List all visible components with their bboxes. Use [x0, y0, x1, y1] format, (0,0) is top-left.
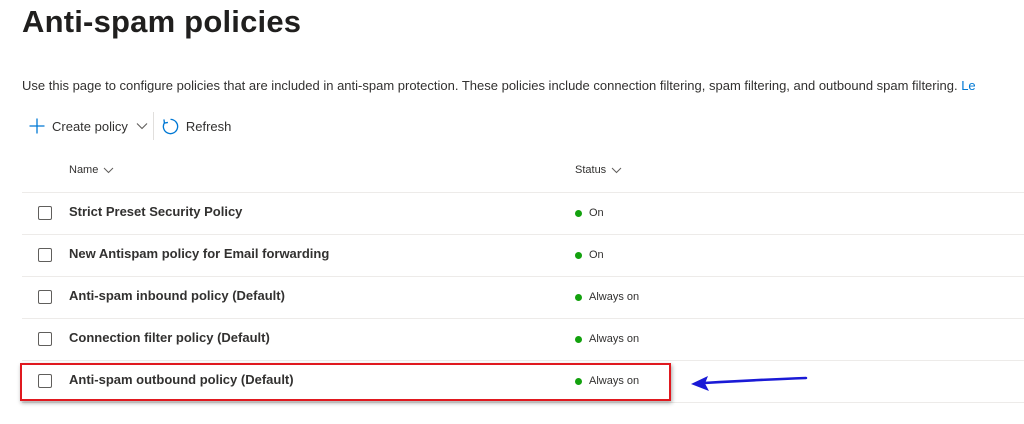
status-text: On — [589, 207, 604, 219]
policy-name[interactable]: New Antispam policy for Email forwarding — [69, 246, 329, 261]
column-header-status[interactable]: Status — [575, 164, 622, 176]
row-checkbox[interactable] — [38, 290, 52, 304]
status-text: Always on — [589, 291, 640, 303]
policy-name[interactable]: Strict Preset Security Policy — [69, 204, 242, 219]
status-text: On — [589, 249, 604, 261]
status-text: Always on — [589, 375, 640, 387]
status-dot-icon — [575, 335, 582, 343]
column-header-name[interactable]: Name — [69, 164, 114, 176]
policy-name[interactable]: Anti-spam inbound policy (Default) — [69, 288, 285, 303]
chevron-down-icon[interactable] — [136, 122, 148, 130]
page-description: Use this page to configure policies that… — [22, 78, 976, 93]
status-dot-icon — [575, 293, 582, 301]
status-dot-icon — [575, 377, 582, 385]
command-bar: Create policy Refresh — [28, 112, 232, 140]
description-text: Use this page to configure policies that… — [22, 78, 958, 93]
policies-table: Name Status Strict Preset Security Polic… — [22, 151, 1024, 403]
column-status-label: Status — [575, 164, 607, 176]
policy-name[interactable]: Anti-spam outbound policy (Default) — [69, 372, 294, 387]
create-policy-button[interactable]: Create policy — [28, 117, 148, 135]
policy-status: Always on — [575, 375, 639, 387]
chevron-down-icon — [103, 167, 114, 173]
table-row[interactable]: New Antispam policy for Email forwarding… — [22, 235, 1024, 277]
row-checkbox[interactable] — [38, 206, 52, 220]
table-row[interactable]: Strict Preset Security Policy On — [22, 193, 1024, 235]
row-checkbox[interactable] — [38, 374, 52, 388]
row-checkbox[interactable] — [38, 248, 52, 262]
status-dot-icon — [575, 251, 582, 259]
row-checkbox[interactable] — [38, 332, 52, 346]
policy-status: On — [575, 249, 604, 261]
column-name-label: Name — [69, 164, 99, 176]
create-policy-label: Create policy — [52, 118, 128, 134]
policy-status: Always on — [575, 291, 639, 303]
toolbar-divider — [152, 112, 154, 140]
refresh-button[interactable]: Refresh — [161, 117, 232, 136]
policy-status: Always on — [575, 333, 639, 345]
policy-name[interactable]: Connection filter policy (Default) — [69, 330, 270, 345]
table-row[interactable]: Anti-spam inbound policy (Default) Alway… — [22, 277, 1024, 319]
table-row[interactable]: Anti-spam outbound policy (Default) Alwa… — [22, 361, 1024, 403]
page-title: Anti-spam policies — [22, 4, 302, 39]
table-header: Name Status — [22, 151, 1024, 193]
plus-icon — [28, 117, 46, 135]
refresh-icon — [161, 117, 180, 136]
status-text: Always on — [589, 333, 640, 345]
chevron-down-icon — [611, 167, 622, 173]
refresh-label: Refresh — [185, 118, 232, 134]
policy-status: On — [575, 207, 604, 219]
table-row[interactable]: Connection filter policy (Default) Alway… — [22, 319, 1024, 361]
status-dot-icon — [575, 209, 582, 217]
learn-more-link[interactable]: Le — [961, 78, 975, 93]
